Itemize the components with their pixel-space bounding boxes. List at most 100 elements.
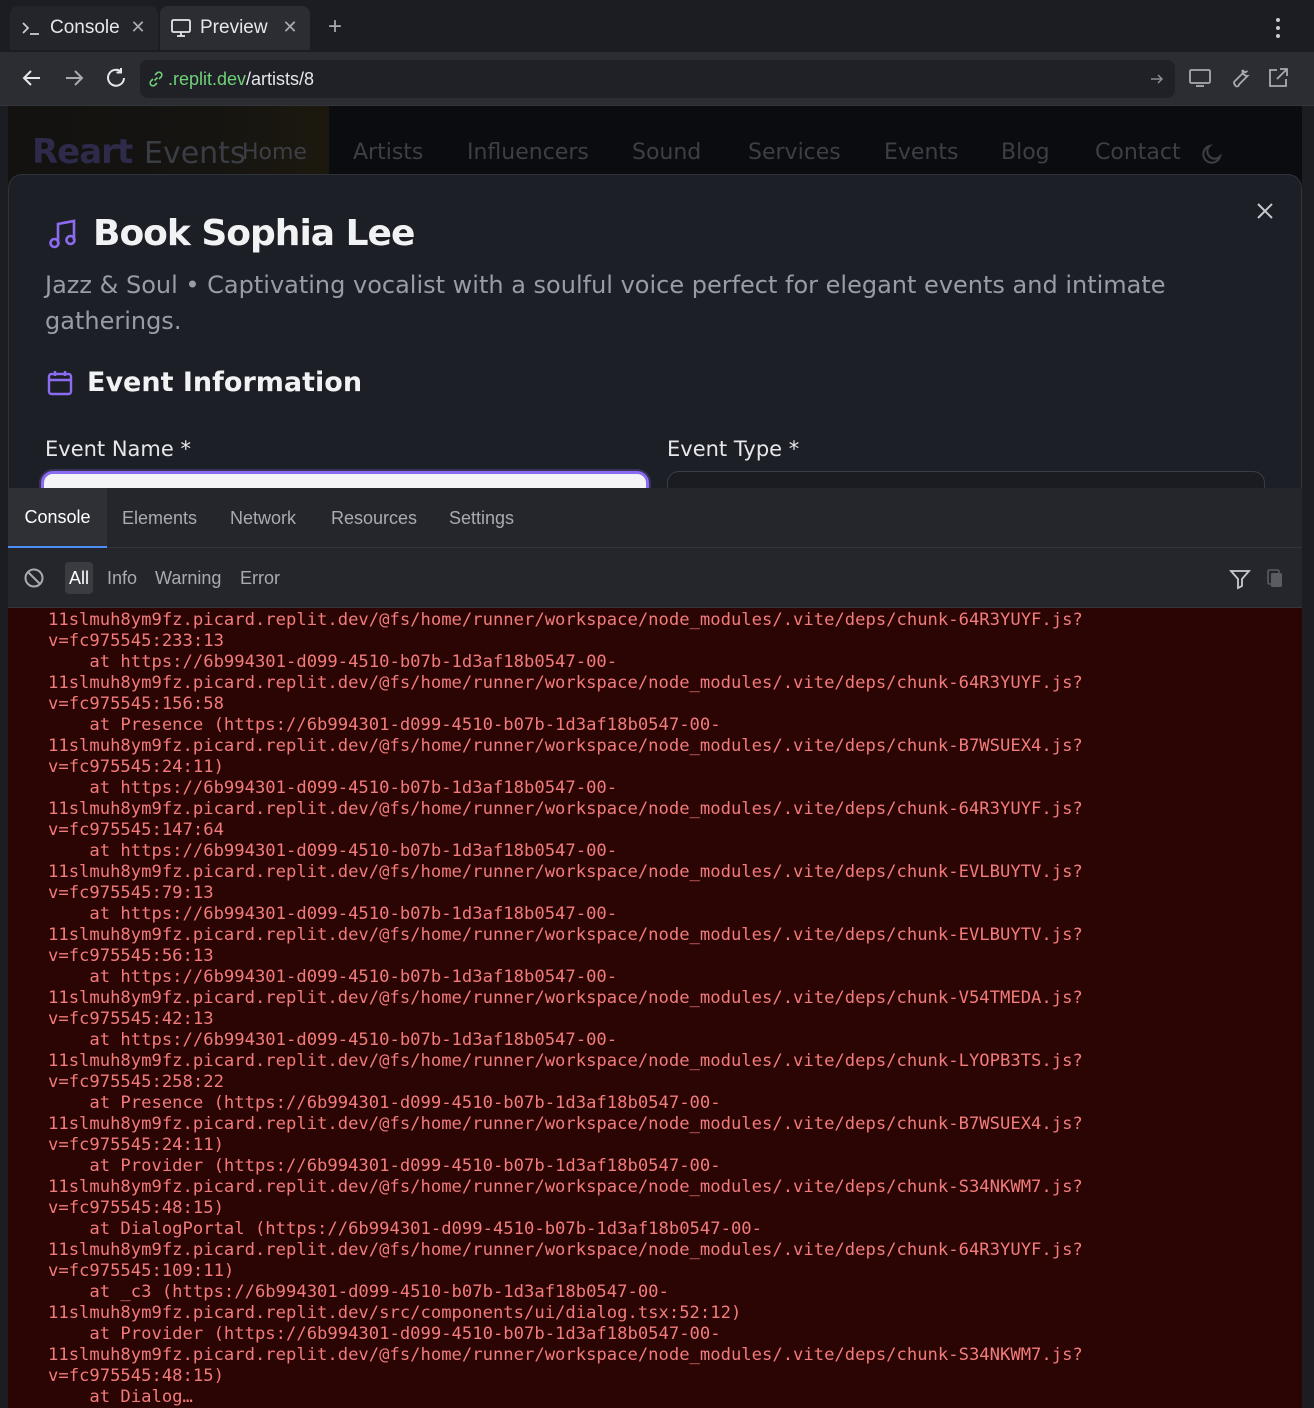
dialog-title: Book Sophia Lee — [93, 213, 415, 254]
new-tab-plus-icon[interactable]: + — [322, 14, 348, 40]
tab-preview[interactable]: Preview ✕ — [160, 6, 310, 50]
console-error-line: 11slmuh8ym9fz.picard.replit.dev/@fs/home… — [48, 862, 1083, 882]
console-error-line: v=fc975545:109:11) — [48, 1261, 235, 1281]
console-error-line: v=fc975545:24:11) — [48, 757, 224, 777]
devtools-tab-console[interactable]: Console — [8, 488, 107, 548]
console-error-line: v=fc975545:48:15) — [48, 1366, 224, 1386]
console-error-line: 11slmuh8ym9fz.picard.replit.dev/@fs/home… — [48, 1114, 1083, 1134]
devtools-tabs: Console Elements Network Resources Setti… — [8, 488, 1302, 548]
go-arrow-icon[interactable] — [1147, 69, 1167, 89]
console-error-line: at _c3 (https://6b994301-d099-4510-b07b-… — [48, 1282, 669, 1302]
more-options-icon[interactable] — [1268, 16, 1288, 40]
console-error-line: 11slmuh8ym9fz.picard.replit.dev/src/comp… — [48, 1303, 742, 1323]
artist-description: Jazz & Soul • Captivating vocalist with … — [45, 271, 1166, 335]
url-domain: .replit.dev — [168, 68, 247, 89]
console-error-line: 11slmuh8ym9fz.picard.replit.dev/@fs/home… — [48, 1051, 1083, 1071]
console-error-line: v=fc975545:156:58 — [48, 694, 224, 714]
console-error-line: 11slmuh8ym9fz.picard.replit.dev/@fs/home… — [48, 736, 1083, 756]
console-error-line: 11slmuh8ym9fz.picard.replit.dev/@fs/home… — [48, 799, 1083, 819]
dialog-header: Book Sophia Lee — [45, 213, 415, 254]
console-error-line: at https://6b994301-d099-4510-b07b-1d3af… — [48, 967, 618, 987]
moon-icon[interactable] — [1200, 142, 1224, 166]
nav-events[interactable]: Events — [884, 140, 959, 165]
devtools-tab-network[interactable]: Network — [230, 488, 296, 548]
event-type-select[interactable] — [667, 471, 1265, 488]
console-error-line: v=fc975545:233:13 — [48, 631, 224, 651]
link-icon — [146, 69, 166, 89]
tab-label: Console — [50, 17, 120, 38]
logo-events: Events — [144, 136, 246, 171]
event-name-label: Event Name * — [45, 437, 191, 461]
section-title: Event Information — [87, 367, 363, 398]
console-error-line: v=fc975545:42:13 — [48, 1009, 214, 1029]
console-error-line: v=fc975545:258:22 — [48, 1072, 224, 1092]
music-note-icon — [45, 216, 81, 252]
back-arrow-icon[interactable] — [18, 64, 46, 92]
filter-info[interactable]: Info — [103, 562, 141, 594]
nav-services[interactable]: Services — [748, 140, 841, 165]
event-info-section-header: Event Information — [45, 367, 362, 398]
console-error-line: at https://6b994301-d099-4510-b07b-1d3af… — [48, 778, 618, 798]
console-error-line: at Presence (https://6b994301-d099-4510-… — [48, 715, 721, 735]
nav-sound[interactable]: Sound — [632, 140, 701, 165]
filter-all[interactable]: All — [65, 562, 94, 594]
close-icon[interactable] — [1253, 199, 1277, 223]
filter-warning[interactable]: Warning — [151, 562, 225, 594]
console-output: 11slmuh8ym9fz.picard.replit.dev/@fs/home… — [8, 608, 1302, 1408]
wrench-icon[interactable] — [1226, 64, 1254, 92]
copy-icon[interactable] — [1264, 567, 1286, 589]
console-error-line: 11slmuh8ym9fz.picard.replit.dev/@fs/home… — [48, 925, 1083, 945]
tab-bar: Console ✕ Preview ✕ + — [0, 0, 1314, 56]
monitor-icon — [170, 17, 192, 39]
tab-label: Preview — [200, 17, 268, 38]
console-error-line: 11slmuh8ym9fz.picard.replit.dev/@fs/home… — [48, 610, 1083, 630]
console-error-line: at Dialog… — [48, 1387, 193, 1407]
preview-frame: Reart Events Home Artists Influencers So… — [8, 106, 1302, 488]
close-tab-icon[interactable]: ✕ — [128, 17, 148, 37]
booking-dialog: Book Sophia Lee Jazz & Soul • Captivatin… — [8, 174, 1302, 488]
console-filter-bar: All Info Warning Error — [8, 548, 1302, 608]
nav-artists[interactable]: Artists — [353, 140, 423, 165]
console-error-line: at DialogPortal (https://6b994301-d099-4… — [48, 1219, 762, 1239]
console-error-line: v=fc975545:48:15) — [48, 1198, 224, 1218]
device-preview-icon[interactable] — [1186, 64, 1214, 92]
terminal-icon — [20, 17, 42, 39]
console-error-line: 11slmuh8ym9fz.picard.replit.dev/@fs/home… — [48, 1240, 1083, 1260]
url-text: .replit.dev/artists/8 — [168, 69, 314, 90]
nav-blog[interactable]: Blog — [1001, 140, 1050, 165]
nav-home[interactable]: Home — [242, 140, 307, 165]
nav-contact[interactable]: Contact — [1095, 140, 1181, 165]
console-error-line: at https://6b994301-d099-4510-b07b-1d3af… — [48, 1030, 618, 1050]
console-error-line: v=fc975545:147:64 — [48, 820, 224, 840]
console-error-line: v=fc975545:56:13 — [48, 946, 214, 966]
calendar-icon — [45, 368, 75, 398]
filter-error[interactable]: Error — [236, 562, 284, 594]
devtools-tab-elements[interactable]: Elements — [122, 488, 197, 548]
url-path: /artists/8 — [246, 68, 315, 89]
console-error-line: at https://6b994301-d099-4510-b07b-1d3af… — [48, 904, 618, 924]
event-name-input[interactable] — [41, 471, 649, 488]
reload-icon[interactable] — [102, 64, 130, 92]
console-error-line: 11slmuh8ym9fz.picard.replit.dev/@fs/home… — [48, 1345, 1083, 1365]
console-error-line: at Provider (https://6b994301-d099-4510-… — [48, 1324, 721, 1344]
forward-arrow-icon[interactable] — [60, 64, 88, 92]
console-error-line: 11slmuh8ym9fz.picard.replit.dev/@fs/home… — [48, 988, 1083, 1008]
console-error-line: 11slmuh8ym9fz.picard.replit.dev/@fs/home… — [48, 1177, 1083, 1197]
tab-console[interactable]: Console ✕ — [10, 6, 158, 50]
close-tab-icon[interactable]: ✕ — [280, 17, 300, 37]
nav-influencers[interactable]: Influencers — [467, 140, 589, 165]
devtools-tab-resources[interactable]: Resources — [331, 488, 417, 548]
event-type-label: Event Type * — [667, 437, 800, 461]
open-external-icon[interactable] — [1264, 64, 1292, 92]
console-error-line: v=fc975545:79:13 — [48, 883, 214, 903]
console-error-line: v=fc975545:24:11) — [48, 1135, 224, 1155]
console-error-line: 11slmuh8ym9fz.picard.replit.dev/@fs/home… — [48, 673, 1083, 693]
clear-console-icon[interactable] — [23, 567, 45, 589]
console-error-line: at https://6b994301-d099-4510-b07b-1d3af… — [48, 841, 618, 861]
devtools-panel: Console Elements Network Resources Setti… — [8, 488, 1302, 1408]
filter-funnel-icon[interactable] — [1228, 567, 1252, 591]
logo-wordmark[interactable]: Reart — [32, 132, 133, 172]
console-error-line: at Presence (https://6b994301-d099-4510-… — [48, 1093, 721, 1113]
address-bar[interactable]: .replit.dev/artists/8 — [140, 60, 1175, 98]
devtools-tab-settings[interactable]: Settings — [449, 488, 514, 548]
